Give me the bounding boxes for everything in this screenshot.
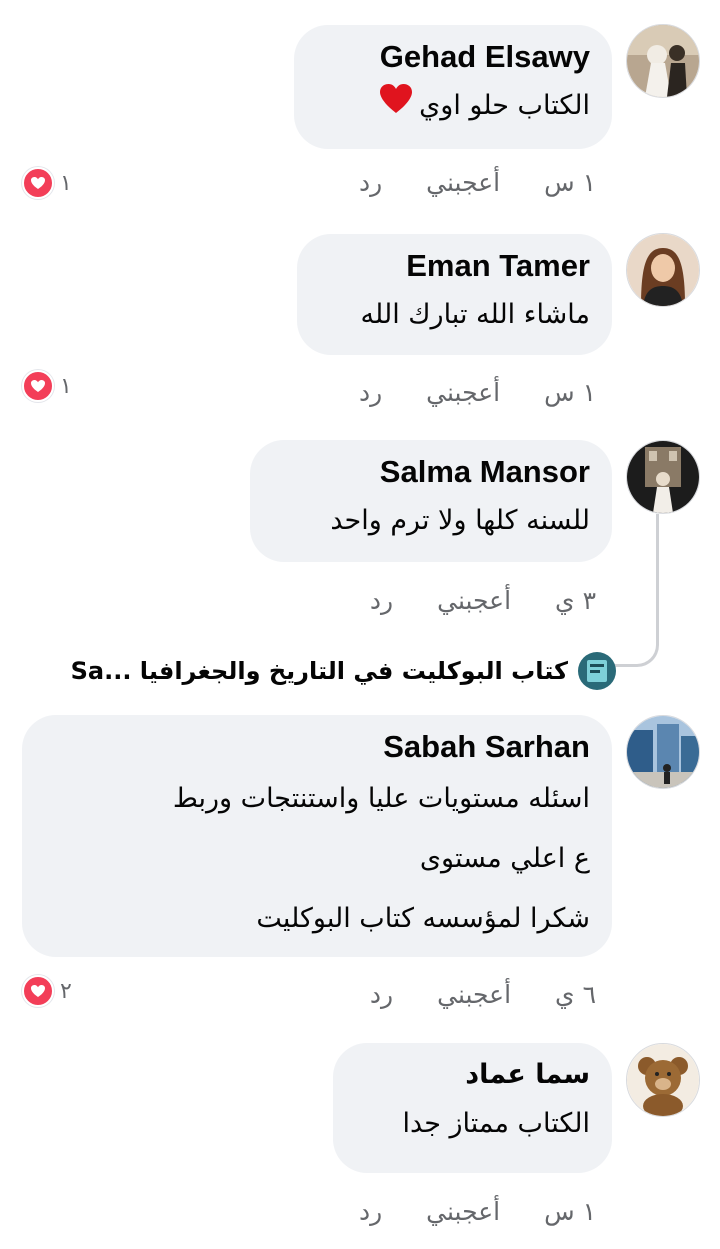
- like-button[interactable]: أعجبني: [426, 1197, 500, 1226]
- reaction-summary[interactable]: ١: [22, 370, 72, 402]
- thread-line: [612, 514, 659, 667]
- comment-line: ع اعلي مستوى: [419, 843, 590, 874]
- comment-actions: ١ س أعجبني رد: [359, 378, 596, 407]
- timestamp[interactable]: ١ س: [544, 378, 596, 407]
- commenter-name[interactable]: Eman Tamer: [319, 246, 590, 288]
- heart-emoji-icon: [379, 80, 413, 134]
- comment-text: للسنه كلها ولا ترم واحد: [272, 494, 590, 548]
- comment-line: شكرا لمؤسسه كتاب البوكليت: [256, 903, 590, 934]
- reaction-summary[interactable]: ١: [22, 167, 72, 199]
- comment-actions: ٦ ي أعجبني رد: [370, 980, 596, 1009]
- comment-actions: ١ س أعجبني رد: [359, 1197, 596, 1226]
- comment-bubble: Eman Tamer ماشاء الله تبارك الله: [297, 234, 612, 355]
- reaction-count: ١: [60, 373, 72, 399]
- timestamp[interactable]: ١ س: [544, 168, 596, 197]
- timestamp[interactable]: ٦ ي: [555, 980, 596, 1009]
- timestamp[interactable]: ١ س: [544, 1197, 596, 1226]
- avatar[interactable]: [626, 233, 700, 307]
- reply-preview-text: كتاب البوكليت في التاريخ والجغرافيا ...S…: [70, 657, 568, 685]
- comment-bubble: سما عماد الكتاب ممتاز جدا: [333, 1043, 612, 1173]
- comment-text: اسئله مستويات عليا واستنتجات وربط ع اعلي…: [44, 769, 590, 949]
- comment-text: ماشاء الله تبارك الله: [319, 288, 590, 342]
- comment-actions: ١ س أعجبني رد: [359, 168, 596, 197]
- comment-actions: ٣ ي أعجبني رد: [370, 586, 596, 615]
- comment-bubble: Gehad Elsawy الكتاب حلو اوي: [294, 25, 612, 149]
- reply-button[interactable]: رد: [359, 1197, 382, 1226]
- comment-line: الكتاب حلو اوي: [419, 90, 590, 121]
- comment-line: الكتاب ممتاز جدا: [402, 1108, 590, 1139]
- love-reaction-icon: [22, 167, 54, 199]
- commenter-name[interactable]: Gehad Elsawy: [316, 37, 590, 79]
- reaction-count: ٢: [60, 978, 72, 1004]
- like-button[interactable]: أعجبني: [426, 378, 500, 407]
- comment-line: اسئله مستويات عليا واستنتجات وربط: [172, 783, 590, 814]
- reply-button[interactable]: رد: [370, 586, 393, 615]
- comment-line: ماشاء الله تبارك الله: [360, 299, 590, 330]
- like-button[interactable]: أعجبني: [437, 586, 511, 615]
- avatar[interactable]: [626, 1043, 700, 1117]
- reaction-summary[interactable]: ٢: [22, 975, 72, 1007]
- comment-bubble: Salma Mansor للسنه كلها ولا ترم واحد: [250, 440, 612, 562]
- comment-text: الكتاب حلو اوي: [316, 79, 590, 134]
- like-button[interactable]: أعجبني: [437, 980, 511, 1009]
- page-avatar: [578, 652, 616, 690]
- commenter-name[interactable]: سما عماد: [355, 1055, 590, 1097]
- like-button[interactable]: أعجبني: [426, 168, 500, 197]
- love-reaction-icon: [22, 370, 54, 402]
- reply-button[interactable]: رد: [359, 378, 382, 407]
- reply-button[interactable]: رد: [359, 168, 382, 197]
- commenter-name[interactable]: Sabah Sarhan: [44, 727, 590, 769]
- reply-preview[interactable]: كتاب البوكليت في التاريخ والجغرافيا ...S…: [71, 652, 616, 690]
- love-reaction-icon: [22, 975, 54, 1007]
- reply-button[interactable]: رد: [370, 980, 393, 1009]
- avatar[interactable]: [626, 24, 700, 98]
- timestamp[interactable]: ٣ ي: [555, 586, 596, 615]
- avatar[interactable]: [626, 715, 700, 789]
- reaction-count: ١: [60, 170, 72, 196]
- commenter-name[interactable]: Salma Mansor: [272, 452, 590, 494]
- comment-text: الكتاب ممتاز جدا: [355, 1097, 590, 1151]
- comment-bubble: Sabah Sarhan اسئله مستويات عليا واستنتجا…: [22, 715, 612, 957]
- avatar[interactable]: [626, 440, 700, 514]
- comment-line: للسنه كلها ولا ترم واحد: [330, 505, 590, 536]
